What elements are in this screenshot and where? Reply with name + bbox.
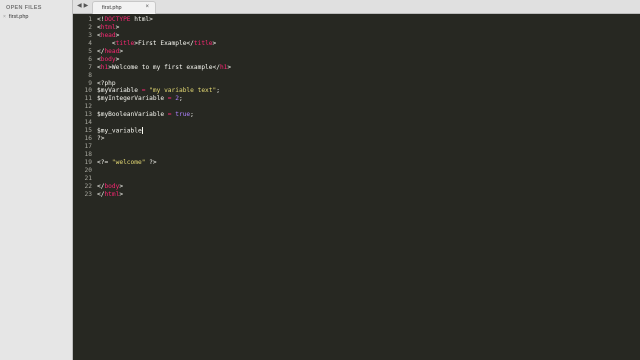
code-line[interactable]: <body> bbox=[97, 56, 567, 64]
editor-window: OPEN FILES × first.php ◀▶ first.php × 12… bbox=[0, 0, 640, 360]
line-number: 23 bbox=[84, 190, 92, 198]
code-token: $myBooleanVariable bbox=[97, 111, 168, 119]
code-token: true bbox=[175, 111, 191, 119]
code-line[interactable]: <title>First Example</title> bbox=[97, 40, 567, 48]
code-line[interactable]: <h1>Welcome to my first example</h1> bbox=[97, 64, 567, 72]
code-token: > bbox=[227, 63, 232, 71]
code-line[interactable] bbox=[97, 119, 567, 127]
code-token: html bbox=[100, 23, 116, 31]
line-number: 16 bbox=[84, 135, 92, 143]
line-number: 7 bbox=[88, 63, 92, 71]
line-number: 10 bbox=[84, 87, 92, 95]
code-token: head bbox=[100, 31, 116, 39]
line-number: 15 bbox=[84, 127, 92, 135]
line-number: 5 bbox=[88, 47, 92, 55]
line-number: 21 bbox=[84, 174, 92, 182]
forward-arrow-icon[interactable]: ▶ bbox=[84, 3, 91, 9]
line-number: 19 bbox=[84, 158, 92, 166]
line-number-gutter: 1 2 3 4 5 6 7 8 9 10 11 12 13 14 15 16 17 18 19 20 21 22 23 bbox=[74, 14, 92, 199]
line-number: 4 bbox=[88, 39, 92, 47]
code-token: > bbox=[115, 23, 120, 31]
text-cursor bbox=[141, 127, 143, 135]
tab-label: first.php bbox=[102, 5, 122, 11]
sidebar: OPEN FILES × first.php bbox=[0, 0, 73, 360]
close-icon[interactable]: × bbox=[145, 4, 149, 10]
code-token: >First Example</ bbox=[134, 39, 194, 47]
code-token: > bbox=[115, 31, 120, 39]
code-line[interactable] bbox=[97, 167, 567, 175]
code-token: body bbox=[104, 182, 120, 190]
close-icon[interactable]: × bbox=[3, 14, 6, 20]
code-token: <?= bbox=[97, 158, 112, 166]
code-line[interactable]: <html> bbox=[97, 24, 567, 32]
code-token: body bbox=[100, 55, 116, 63]
code-token: ; bbox=[190, 111, 194, 119]
line-number: 22 bbox=[84, 182, 92, 190]
line-number: 18 bbox=[84, 150, 92, 158]
code-line[interactable]: $myVariable = "my variable text"; bbox=[97, 87, 567, 95]
code-token: html bbox=[104, 190, 120, 198]
open-files-header: OPEN FILES bbox=[6, 5, 42, 11]
back-arrow-icon[interactable]: ◀ bbox=[77, 3, 84, 9]
line-number: 13 bbox=[84, 111, 92, 119]
code-token: <?php bbox=[97, 79, 116, 87]
code-token: > bbox=[119, 182, 124, 190]
code-line[interactable]: <?= "welcome" ?> bbox=[97, 159, 567, 167]
line-number: 12 bbox=[84, 103, 92, 111]
code-token: ; bbox=[178, 95, 183, 103]
code-token: $my_variable bbox=[97, 127, 142, 135]
code-line[interactable]: $my_variable bbox=[97, 127, 567, 135]
code-line[interactable]: $myIntegerVariable = 2; bbox=[97, 95, 567, 103]
code-token: html> bbox=[130, 16, 153, 23]
code-token: ; bbox=[216, 87, 220, 95]
line-number: 14 bbox=[84, 119, 92, 127]
code-token: "my variable text" bbox=[149, 87, 217, 95]
line-number: 3 bbox=[88, 31, 92, 39]
code-token: $myVariable bbox=[97, 87, 142, 95]
code-line[interactable]: $myBooleanVariable = true; bbox=[97, 111, 567, 119]
line-number: 11 bbox=[84, 95, 92, 103]
code-line[interactable] bbox=[97, 175, 567, 183]
code-token: $myIntegerVariable bbox=[97, 95, 168, 103]
line-number: 9 bbox=[88, 79, 92, 87]
code-token: > bbox=[115, 55, 120, 63]
line-number: 17 bbox=[84, 143, 92, 150]
code-token: title bbox=[115, 39, 135, 47]
code-token: title bbox=[193, 39, 213, 47]
code-line[interactable]: </body> bbox=[97, 183, 567, 191]
code-line[interactable] bbox=[97, 151, 567, 159]
tab-nav-arrows: ◀▶ bbox=[77, 2, 90, 9]
code-line[interactable]: ?> bbox=[97, 135, 567, 143]
code-token: "welcome" bbox=[111, 158, 146, 166]
code-token: ?> bbox=[97, 135, 105, 143]
code-token: < bbox=[97, 39, 116, 47]
code-line[interactable]: <!DOCTYPE html> bbox=[97, 16, 567, 24]
line-number: 20 bbox=[84, 166, 92, 174]
line-number: 1 bbox=[88, 16, 92, 23]
line-number: 8 bbox=[88, 71, 92, 79]
code-line[interactable]: <head> bbox=[97, 32, 567, 40]
line-number: 2 bbox=[88, 23, 92, 31]
code-token: >Welcome to my first example</ bbox=[108, 63, 220, 71]
code-editor[interactable]: 1 2 3 4 5 6 7 8 9 10 11 12 13 14 15 16 17 18 19 20 21 22 23 <!… bbox=[74, 14, 640, 360]
code-line[interactable] bbox=[97, 72, 567, 80]
tab-bar: ◀▶ first.php × bbox=[73, 0, 640, 14]
code-area[interactable]: <!DOCTYPE html> <html> <head> <title>First… bbox=[97, 14, 567, 199]
code-token: head bbox=[104, 47, 120, 55]
sidebar-file-label: first.php bbox=[8, 14, 29, 20]
code-token: ?> bbox=[145, 158, 157, 166]
code-line[interactable]: </head> bbox=[97, 48, 567, 56]
code-token: > bbox=[119, 190, 124, 198]
code-line[interactable] bbox=[97, 143, 567, 151]
tab-first-php[interactable]: first.php × bbox=[92, 1, 156, 14]
code-token: > bbox=[212, 39, 217, 47]
line-number: 6 bbox=[88, 55, 92, 63]
code-line[interactable]: <?php bbox=[97, 80, 567, 88]
code-line[interactable] bbox=[97, 103, 567, 111]
code-token: DOCTYPE bbox=[104, 16, 131, 23]
code-line[interactable]: </html> bbox=[97, 191, 567, 199]
code-token: > bbox=[119, 47, 124, 55]
sidebar-file-first-php[interactable]: × first.php bbox=[3, 14, 29, 20]
